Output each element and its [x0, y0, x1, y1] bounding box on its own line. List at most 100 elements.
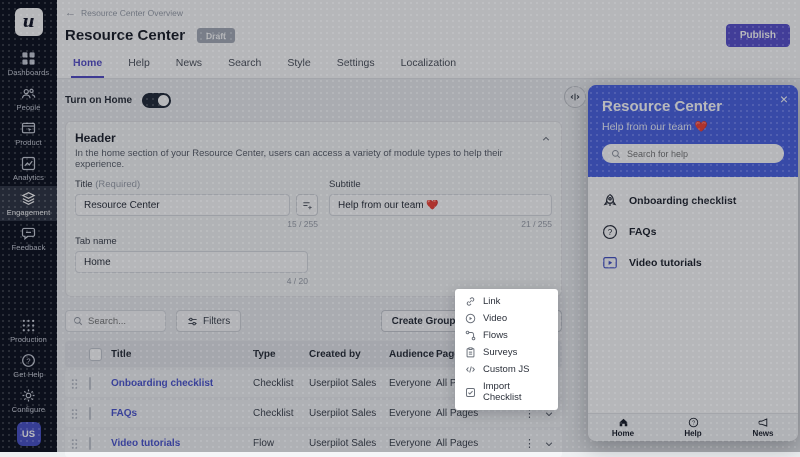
title-counter: 15 / 255	[75, 219, 318, 229]
tab-settings[interactable]: Settings	[335, 57, 377, 78]
sidebar-item-configure[interactable]: Configure	[0, 383, 57, 418]
subtitle-field-label: Subtitle	[329, 179, 361, 190]
search-input[interactable]	[88, 316, 158, 327]
sidebar-item-product[interactable]: Product	[0, 116, 57, 151]
sidebar-item-label: Analytics	[13, 173, 44, 182]
module-type: Checklist	[253, 408, 309, 419]
module-title-link[interactable]: Onboarding checklist	[111, 378, 253, 389]
sidebar-item-engagement[interactable]: Engagement	[0, 186, 57, 221]
filters-button[interactable]: Filters	[176, 310, 241, 332]
sidebar-item-people[interactable]: People	[0, 81, 57, 116]
tab-name-input[interactable]	[75, 251, 308, 273]
row-expand-chevron-icon[interactable]	[544, 439, 554, 449]
close-icon[interactable]: ×	[780, 91, 788, 107]
preview-nav-help[interactable]: ? Help	[658, 414, 728, 441]
move-widget-handle[interactable]	[564, 86, 586, 108]
tab-search[interactable]: Search	[226, 57, 263, 78]
menu-item-link[interactable]: Link	[455, 293, 558, 310]
sidebar-item-label: Production	[10, 335, 47, 344]
svg-text:?: ?	[26, 356, 30, 365]
subtitle-input[interactable]	[329, 194, 552, 216]
search-icon	[611, 149, 621, 159]
left-nav-rail: u Dashboards People Product Analytics En…	[0, 0, 57, 452]
sidebar-item-label: Engagement	[7, 208, 51, 217]
drag-handle-icon[interactable]	[65, 378, 83, 390]
select-all-checkbox[interactable]	[89, 348, 102, 361]
svg-text:?: ?	[608, 228, 613, 237]
module-audience: Everyone	[389, 438, 436, 449]
tab-news[interactable]: News	[174, 57, 204, 78]
turn-on-home-label: Turn on Home	[65, 95, 132, 106]
header-settings-card: Header In the home section of your Resou…	[65, 121, 562, 297]
title-input[interactable]	[75, 194, 290, 216]
collapse-chevron-up-icon[interactable]	[541, 134, 551, 144]
card-description: In the home section of your Resource Cen…	[75, 148, 552, 170]
drag-handle-icon[interactable]	[65, 408, 83, 420]
user-avatar[interactable]: US	[17, 422, 41, 446]
row-checkbox[interactable]	[89, 377, 91, 390]
question-circle-icon: ?	[602, 224, 618, 240]
sliders-icon	[187, 316, 198, 327]
create-group-button[interactable]: Create Group	[381, 310, 467, 332]
insert-variable-button[interactable]	[296, 194, 318, 216]
feedback-icon	[21, 226, 36, 241]
sidebar-item-dashboards[interactable]: Dashboards	[0, 46, 57, 81]
resource-center-preview: × Resource Center Help from our team ❤️ …	[588, 85, 798, 441]
row-expand-chevron-icon[interactable]	[544, 409, 554, 419]
preview-module-video-tutorials[interactable]: Video tutorials	[602, 255, 784, 271]
sidebar-item-analytics[interactable]: Analytics	[0, 151, 57, 186]
module-title-link[interactable]: Video tutorials	[111, 438, 253, 449]
sidebar-item-label: Dashboards	[8, 68, 49, 77]
preview-nav-news[interactable]: News	[728, 414, 798, 441]
menu-item-surveys[interactable]: Surveys	[455, 344, 558, 361]
tab-help[interactable]: Help	[126, 57, 152, 78]
code-icon	[465, 364, 476, 375]
home-icon	[618, 417, 629, 428]
sidebar-item-feedback[interactable]: Feedback	[0, 221, 57, 256]
turn-on-home-toggle[interactable]	[142, 93, 171, 108]
publish-button[interactable]: Publish	[726, 24, 790, 47]
sidebar-item-production[interactable]: Production	[0, 313, 57, 348]
dashboards-icon	[21, 51, 36, 66]
drag-handle-icon[interactable]	[65, 438, 83, 450]
tab-style[interactable]: Style	[285, 57, 312, 78]
table-row: Video tutorials Flow Userpilot Sales Eve…	[65, 430, 562, 457]
preview-search	[602, 144, 784, 163]
menu-item-import-checklist[interactable]: Import Checklist	[455, 378, 558, 406]
move-horizontal-icon	[569, 91, 581, 103]
sidebar-item-label: Configure	[12, 405, 45, 414]
column-title: Title	[111, 349, 253, 360]
preview-search-input[interactable]	[627, 149, 757, 159]
megaphone-icon	[758, 417, 769, 428]
preview-module-faqs[interactable]: ? FAQs	[602, 224, 784, 240]
module-title-link[interactable]: FAQs	[111, 408, 253, 419]
preview-module-onboarding[interactable]: Onboarding checklist	[602, 193, 784, 209]
menu-item-custom-js[interactable]: Custom JS	[455, 361, 558, 378]
title-field-label: Title	[75, 179, 93, 190]
status-badge: Draft	[197, 28, 235, 43]
sidebar-item-get-help[interactable]: ? Get Help	[0, 348, 57, 383]
preview-nav-home[interactable]: Home	[588, 414, 658, 441]
module-created-by: Userpilot Sales	[309, 408, 389, 419]
menu-item-video[interactable]: Video	[455, 310, 558, 327]
row-menu-icon[interactable]: ⋮	[524, 439, 535, 449]
tab-localization[interactable]: Localization	[399, 57, 458, 78]
gear-icon	[21, 388, 36, 403]
preview-module-label: Onboarding checklist	[629, 195, 736, 207]
add-module-menu: Link Video Flows Surveys Custom JS Impor…	[455, 289, 558, 410]
preview-subtitle: Help from our team ❤️	[602, 120, 784, 133]
menu-item-flows[interactable]: Flows	[455, 327, 558, 344]
row-checkbox[interactable]	[89, 437, 91, 450]
row-menu-icon[interactable]: ⋮	[524, 409, 535, 419]
back-arrow-icon[interactable]: ←	[65, 9, 76, 17]
sidebar-item-label: Get Help	[13, 370, 43, 379]
breadcrumb[interactable]: ← Resource Center Overview	[65, 8, 790, 18]
row-checkbox[interactable]	[89, 407, 91, 420]
product-icon	[21, 121, 36, 136]
breadcrumb-label: Resource Center Overview	[81, 8, 183, 18]
preview-bottom-nav: Home ? Help News	[588, 413, 798, 441]
flows-icon	[465, 330, 476, 341]
survey-icon	[465, 347, 476, 358]
tab-home[interactable]: Home	[71, 57, 104, 78]
column-created-by: Created by	[309, 349, 389, 360]
